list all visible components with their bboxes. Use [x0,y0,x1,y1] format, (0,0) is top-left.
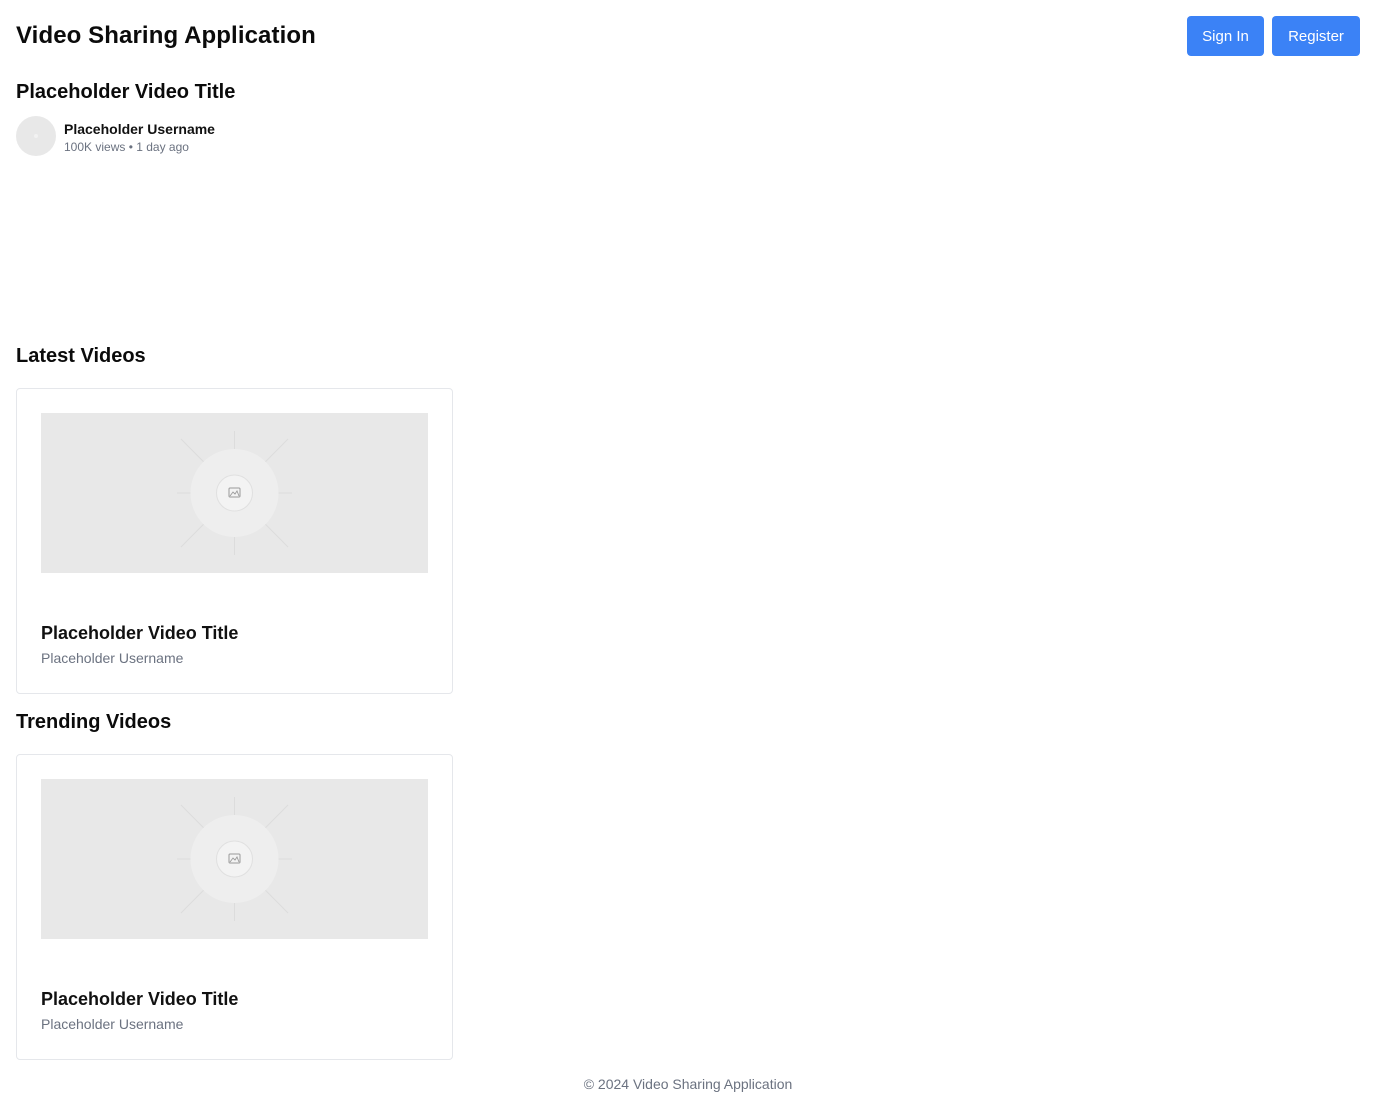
latest-videos-heading: Latest Videos [16,345,146,367]
video-stats: 100K views • 1 day ago [64,139,189,154]
channel-meta: Placeholder Username 100K views • 1 day … [64,118,215,155]
channel-username[interactable]: Placeholder Username [64,119,215,139]
trending-videos-heading: Trending Videos [16,711,172,733]
card-video-title[interactable]: Placeholder Video Title [41,623,238,644]
register-button[interactable]: Register [1272,16,1360,56]
footer-copyright: © 2024 Video Sharing Application [583,1076,793,1092]
auth-buttons: Sign In Register [1187,16,1360,56]
card-username[interactable]: Placeholder Username [41,650,183,666]
video-thumbnail[interactable] [41,413,428,573]
image-placeholder-icon [177,797,292,921]
site-header: Video Sharing Application Sign In Regist… [16,16,1360,56]
sign-in-button[interactable]: Sign In [1187,16,1264,56]
video-card[interactable]: Placeholder Video Title Placeholder User… [16,754,453,1060]
current-video-title: Placeholder Video Title [16,81,236,103]
card-username[interactable]: Placeholder Username [41,1016,183,1032]
card-video-title[interactable]: Placeholder Video Title [41,989,238,1010]
video-thumbnail[interactable] [41,779,428,939]
channel-info: Placeholder Username 100K views • 1 day … [16,116,215,156]
avatar[interactable] [16,116,56,156]
video-card[interactable]: Placeholder Video Title Placeholder User… [16,388,453,694]
app-title: Video Sharing Application [16,22,316,49]
image-placeholder-icon [177,431,292,555]
